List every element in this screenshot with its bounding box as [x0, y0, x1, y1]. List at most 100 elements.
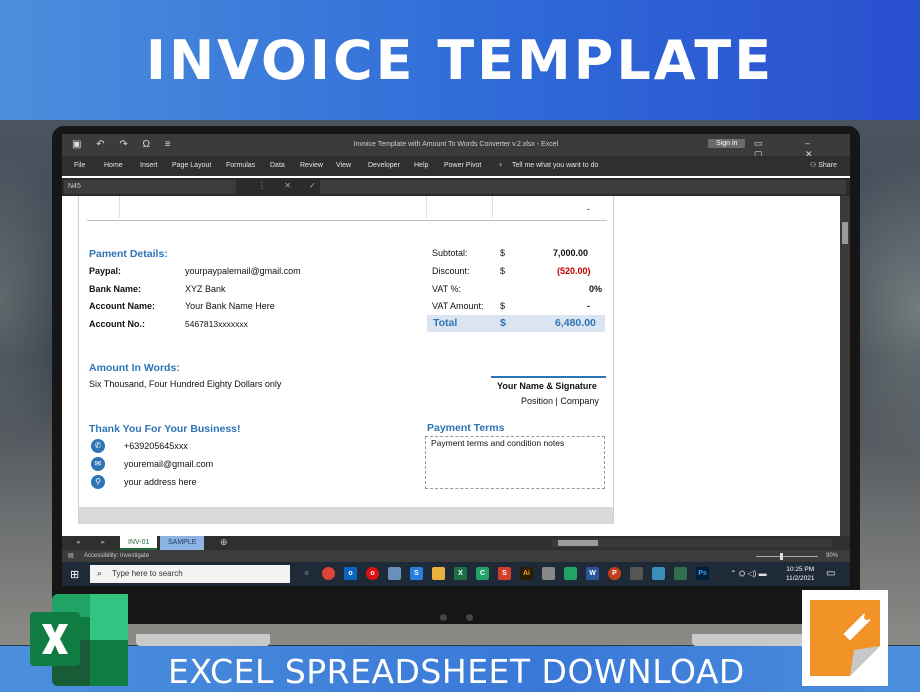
- amount-in-words-value[interactable]: Six Thousand, Four Hundred Eighty Dollar…: [89, 379, 281, 389]
- amount-in-words-title: Amount In Words:: [89, 362, 180, 374]
- banner-title: INVOICE TEMPLATE: [145, 28, 775, 92]
- discount-currency: $: [500, 266, 506, 276]
- outlook-icon[interactable]: o: [344, 567, 357, 580]
- share-button[interactable]: ⚇ Share: [810, 161, 837, 169]
- menu-power-pivot[interactable]: Power Pivot: [444, 162, 481, 169]
- total-value[interactable]: 6,480.00: [555, 317, 596, 329]
- signature-line: [491, 376, 606, 378]
- total-label: Total: [433, 317, 458, 329]
- excel-titlebar: ▣ ↶ ↷ Ω ≡ Invoice Template with Amount T…: [62, 134, 850, 159]
- menu-data[interactable]: Data: [270, 162, 285, 169]
- excel-logo-icon: [30, 594, 128, 686]
- tab-inv-01[interactable]: INV-01: [120, 536, 158, 550]
- notification-icon[interactable]: ▭: [826, 568, 835, 579]
- ribbon-tabs: File Home Insert Page Layout Formulas Da…: [62, 156, 850, 176]
- vat-percent-value[interactable]: 0%: [589, 284, 602, 294]
- menu-page-layout[interactable]: Page Layout: [172, 162, 211, 169]
- formula-input[interactable]: [320, 180, 846, 194]
- account-no-label: Account No.:: [89, 319, 145, 329]
- camera-dot: [466, 614, 473, 621]
- search-icon: ⌕: [97, 568, 103, 578]
- phone-value[interactable]: +639205645xxx: [124, 441, 188, 451]
- signature-position: Position | Company: [521, 396, 599, 406]
- horizontal-scrollbar[interactable]: [552, 539, 832, 547]
- account-name-label: Account Name:: [89, 301, 156, 311]
- menu-home[interactable]: Home: [104, 162, 123, 169]
- app-s-red-icon[interactable]: S: [498, 567, 511, 580]
- clock-time: 10:25 PM: [786, 566, 815, 573]
- payment-terms-title: Payment Terms: [427, 422, 505, 434]
- zoom-slider[interactable]: [756, 556, 818, 557]
- address-value[interactable]: your address here: [124, 477, 197, 487]
- menu-help[interactable]: Help: [414, 162, 428, 169]
- discount-value[interactable]: (520.00): [557, 266, 591, 276]
- taskbar-search[interactable]: ⌕ Type here to search: [90, 565, 290, 583]
- add-sheet-icon[interactable]: ⊕: [220, 537, 228, 548]
- menu-insert[interactable]: Insert: [140, 162, 158, 169]
- app-icon[interactable]: [652, 567, 665, 580]
- bottom-banner: EXCEL SPREADSHEET DOWNLOAD: [0, 646, 920, 692]
- tab-sample[interactable]: SAMPLE: [160, 536, 205, 550]
- divider-line: [87, 220, 607, 221]
- discount-label: Discount:: [432, 266, 470, 276]
- bottom-banner-title: EXCEL SPREADSHEET DOWNLOAD: [168, 652, 745, 691]
- windows-start-icon[interactable]: ⊞: [70, 568, 79, 581]
- tell-me-search[interactable]: Tell me what you want to do: [512, 162, 598, 169]
- name-box[interactable]: N45: [64, 180, 236, 194]
- app-icon[interactable]: [630, 567, 643, 580]
- lightbulb-icon: ♀: [498, 162, 504, 169]
- payment-terms-note[interactable]: Payment terms and condition notes: [431, 438, 564, 448]
- vat-amount-value[interactable]: -: [587, 301, 590, 311]
- subtotal-currency: $: [500, 248, 506, 258]
- chrome-icon[interactable]: [322, 567, 335, 580]
- top-dash: -: [587, 204, 590, 214]
- photoshop-icon[interactable]: Ps: [696, 567, 709, 580]
- menu-developer[interactable]: Developer: [368, 162, 400, 169]
- person-icon: ⚇: [810, 162, 819, 169]
- taskbar-clock[interactable]: 10:25 PM 11/2/2021: [786, 565, 814, 583]
- location-icon: ⚲: [91, 475, 105, 489]
- signature-name: Your Name & Signature: [497, 381, 597, 391]
- task-view-icon[interactable]: ○: [300, 567, 313, 580]
- drive-icon[interactable]: [564, 567, 577, 580]
- subtotal-label: Subtotal:: [432, 248, 468, 258]
- menu-view[interactable]: View: [336, 162, 351, 169]
- invoice-page: - Pament Details: Paypal: yourpaypalemai…: [78, 196, 614, 524]
- vat-percent-label: VAT %:: [432, 284, 462, 294]
- app-icon[interactable]: [388, 567, 401, 580]
- system-tray[interactable]: ⌃ ⛭ ◁) ▬: [730, 569, 767, 579]
- menu-review[interactable]: Review: [300, 162, 323, 169]
- vertical-scrollbar[interactable]: [840, 196, 850, 536]
- excel-taskbar-icon[interactable]: X: [454, 567, 467, 580]
- sheet-nav-arrows[interactable]: ◂ ▸: [76, 538, 115, 546]
- app-icon[interactable]: [542, 567, 555, 580]
- powerpoint-icon[interactable]: P: [608, 567, 621, 580]
- accessibility-status[interactable]: Accessibility: Investigate: [84, 553, 149, 559]
- search-placeholder: Type here to search: [112, 569, 183, 578]
- word-icon[interactable]: W: [586, 567, 599, 580]
- opera-icon[interactable]: o: [366, 567, 379, 580]
- bank-name-value[interactable]: XYZ Bank: [185, 284, 226, 294]
- payment-details-title: Pament Details:: [89, 248, 168, 260]
- account-name-value[interactable]: Your Bank Name Here: [185, 301, 275, 311]
- email-value[interactable]: youremail@gmail.com: [124, 459, 213, 469]
- sheet-tab-bar: ◂ ▸ INV-01 SAMPLE ⊕: [62, 536, 850, 550]
- menu-file[interactable]: File: [74, 162, 85, 169]
- top-banner: INVOICE TEMPLATE: [0, 0, 920, 120]
- app-c-icon[interactable]: C: [476, 567, 489, 580]
- share-label: Share: [818, 162, 837, 169]
- account-no-value[interactable]: 5467813xxxxxxx: [185, 319, 248, 329]
- camera-dot: [440, 614, 447, 621]
- folder-icon[interactable]: [432, 567, 445, 580]
- illustrator-icon[interactable]: Ai: [520, 567, 533, 580]
- zoom-slider-knob[interactable]: [780, 553, 783, 560]
- subtotal-value[interactable]: 7,000.00: [553, 248, 588, 258]
- paypal-value[interactable]: yourpaypalemail@gmail.com: [185, 266, 301, 276]
- zoom-level[interactable]: 90%: [826, 553, 838, 559]
- sign-in-button[interactable]: Sign in: [708, 139, 746, 148]
- windows-taskbar: ⊞ ⌕ Type here to search ○ o o S X C S Ai…: [62, 562, 850, 586]
- menu-formulas[interactable]: Formulas: [226, 162, 255, 169]
- app-icon[interactable]: [674, 567, 687, 580]
- worksheet-grid[interactable]: - Pament Details: Paypal: yourpaypalemai…: [62, 196, 840, 536]
- app-s-icon[interactable]: S: [410, 567, 423, 580]
